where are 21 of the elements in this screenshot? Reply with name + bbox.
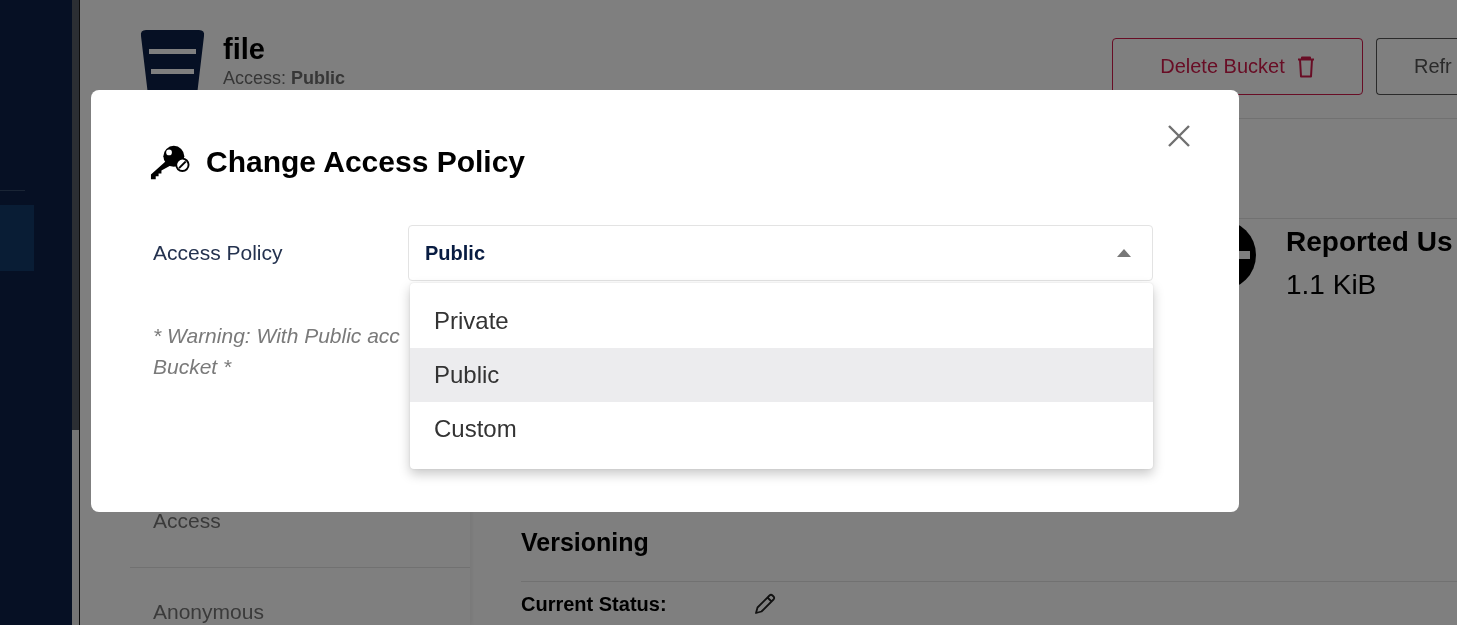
pencil-icon[interactable] bbox=[752, 592, 777, 616]
trash-icon bbox=[1296, 55, 1315, 78]
warning-text: Bucket * bbox=[153, 354, 232, 380]
refresh-button[interactable]: Refr bbox=[1376, 38, 1457, 95]
dropdown-option[interactable]: Custom bbox=[410, 402, 1153, 456]
section-title: Versioning bbox=[521, 528, 649, 556]
dialog-title: Change Access Policy bbox=[206, 144, 526, 180]
close-icon[interactable] bbox=[1168, 125, 1190, 147]
field-label: Access Policy bbox=[153, 241, 284, 265]
scrollbar-thumb[interactable] bbox=[72, 430, 79, 625]
status-label: Current Status: bbox=[521, 592, 667, 616]
caret-icon bbox=[1117, 249, 1131, 257]
dropdown-option[interactable]: Public bbox=[410, 348, 1153, 402]
bucket-access-text: Access: Public bbox=[223, 68, 346, 88]
bucket-name: file bbox=[223, 33, 266, 65]
dropdown-option[interactable]: Private bbox=[410, 294, 1153, 348]
usage-value: 1.1 KiB bbox=[1286, 268, 1378, 302]
key-icon bbox=[150, 144, 190, 180]
access-policy-select[interactable]: Public bbox=[408, 225, 1153, 281]
usage-title: Reported Us bbox=[1286, 225, 1453, 259]
warning-text: * Warning: With Public acc bbox=[153, 323, 400, 349]
